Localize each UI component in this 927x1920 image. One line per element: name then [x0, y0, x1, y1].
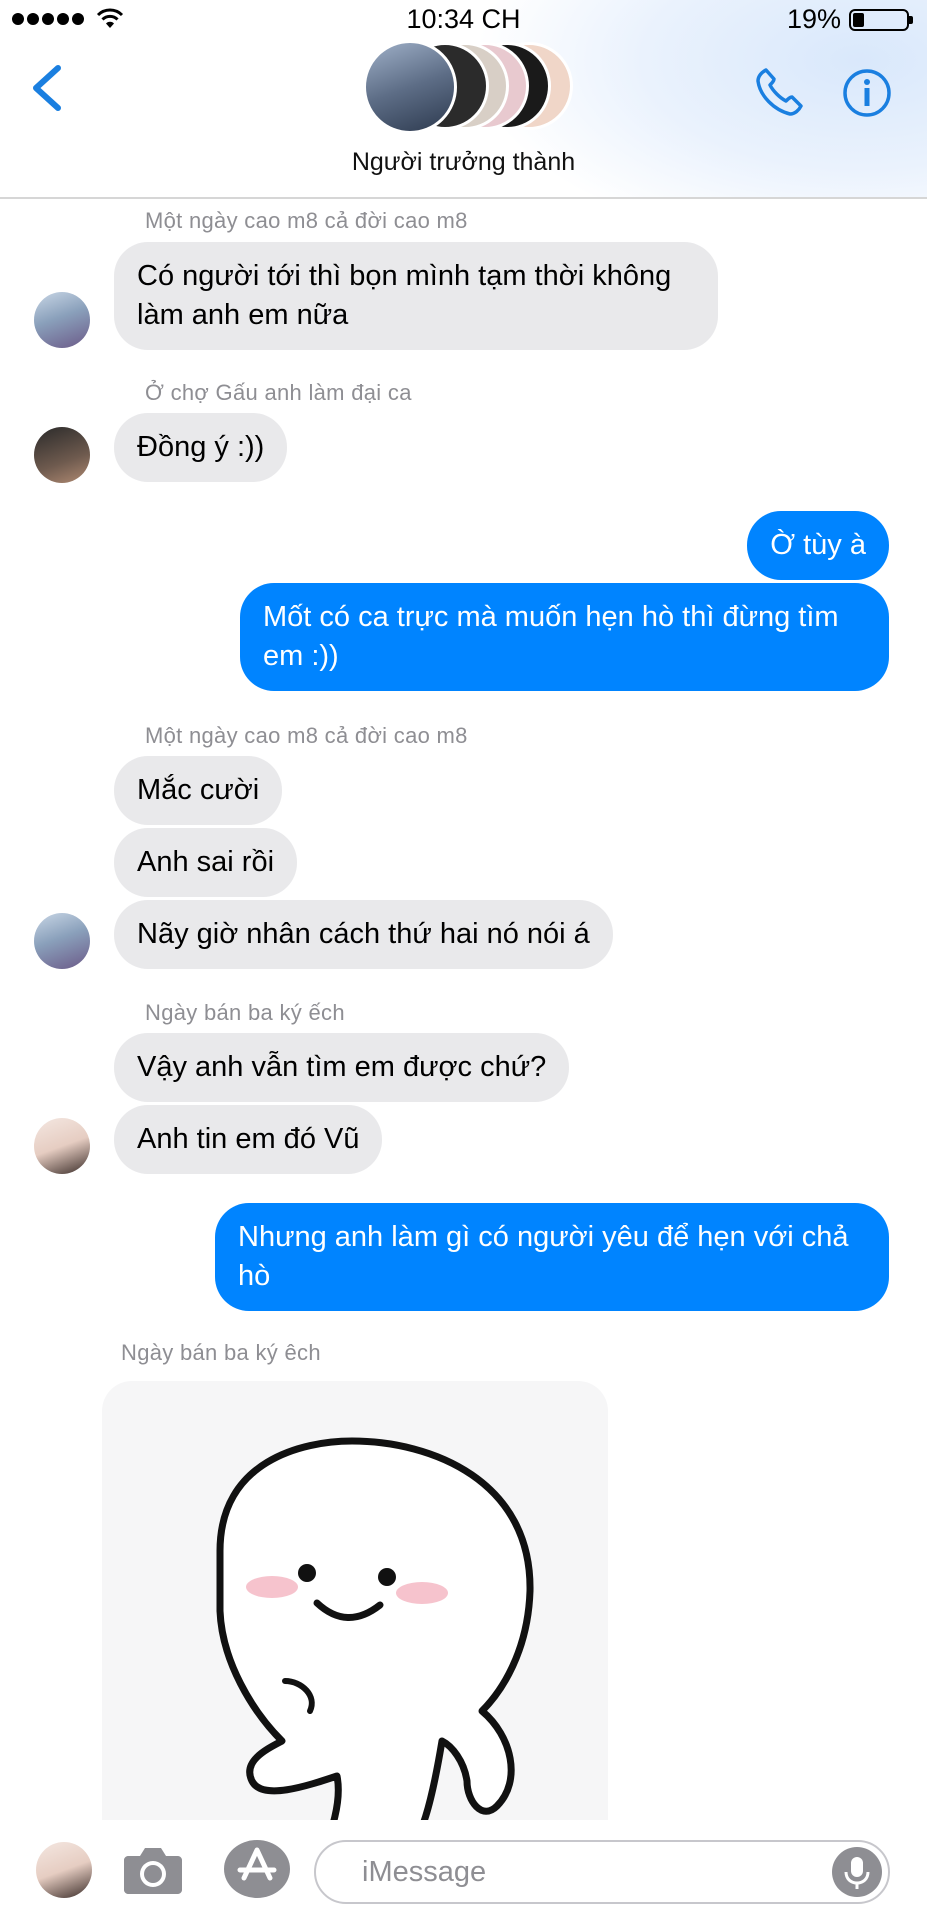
- sender-name: Ngày bán ba ký ếch: [145, 1000, 345, 1025]
- message-text-line: Nhưng anh làm gì có người yêu để hẹn với…: [238, 1221, 849, 1253]
- sender-name: Ngày bán ba ký êch: [121, 1340, 321, 1365]
- message-text-line: em :)): [263, 640, 339, 672]
- phone-icon: [756, 68, 803, 116]
- message-bubble-incoming[interactable]: Mắc cười: [114, 756, 283, 825]
- message-bubble-incoming[interactable]: Anh tin em đó Vũ: [114, 1105, 383, 1174]
- sticker-message[interactable]: [102, 1381, 608, 1820]
- message-text-line: Mốt có ca trực mà muốn hẹn hò thì đừng t…: [263, 601, 839, 633]
- message-bubble-outgoing[interactable]: Nhưng anh làm gì có người yêu để hẹn với…: [215, 1203, 889, 1311]
- avatar[interactable]: [34, 1118, 90, 1174]
- group-avatar-stack[interactable]: [363, 40, 573, 134]
- battery-level: [853, 13, 864, 27]
- message-text-line: Có người tới thì bọn mình tạm thời không: [137, 260, 672, 292]
- compose-bar: [0, 1820, 927, 1920]
- app-store-icon: [224, 1840, 290, 1898]
- message-text-line: làm anh em nữa: [137, 299, 349, 331]
- avatar[interactable]: [36, 1842, 92, 1898]
- avatar[interactable]: [34, 292, 90, 348]
- message-bubble-outgoing[interactable]: Ờ tùy à: [747, 511, 889, 580]
- sender-name: Một ngày cao m8 cả đời cao m8: [145, 723, 468, 748]
- avatar[interactable]: [34, 427, 90, 483]
- app-store-button[interactable]: [222, 1838, 292, 1900]
- message-list[interactable]: Một ngày cao m8 cả đời cao m8 Có người t…: [0, 200, 927, 1820]
- status-bar: 10:34 CH 19%: [0, 0, 927, 40]
- message-bubble-incoming[interactable]: Có người tới thì bọn mình tạm thời không…: [114, 242, 718, 350]
- message-bubble-incoming[interactable]: Nãy giờ nhân cách thứ hai nó nói á: [114, 900, 613, 969]
- info-icon: [843, 69, 891, 117]
- info-button[interactable]: [842, 68, 892, 118]
- message-bubble-incoming[interactable]: Anh sai rồi: [114, 828, 298, 897]
- sender-name: Ở chợ Gấu anh làm đại ca: [145, 380, 412, 405]
- message-bubble-outgoing[interactable]: Mốt có ca trực mà muốn hẹn hò thì đừng t…: [240, 583, 889, 691]
- message-bubble-incoming[interactable]: Đồng ý :)): [114, 413, 288, 482]
- message-bubble-incoming[interactable]: Vậy anh vẫn tìm em được chứ?: [114, 1033, 570, 1102]
- avatar: [363, 40, 457, 134]
- microphone-icon: [844, 1857, 870, 1889]
- message-text-line: hò: [238, 1260, 271, 1292]
- camera-icon: [124, 1848, 182, 1894]
- ghost-sticker-image: [216, 1437, 534, 1820]
- microphone-button[interactable]: [832, 1847, 882, 1897]
- group-name[interactable]: Người trưởng thành: [0, 148, 927, 177]
- battery-percentage: 19%: [786, 4, 841, 34]
- call-button[interactable]: [752, 64, 808, 120]
- message-input-field[interactable]: [314, 1840, 890, 1904]
- battery-icon: [849, 9, 913, 31]
- sender-name: Một ngày cao m8 cả đời cao m8: [145, 208, 468, 233]
- avatar[interactable]: [34, 913, 90, 969]
- camera-button[interactable]: [122, 1842, 184, 1896]
- back-button[interactable]: [26, 60, 70, 116]
- message-input[interactable]: [362, 1852, 782, 1892]
- chevron-left-icon: [33, 65, 61, 111]
